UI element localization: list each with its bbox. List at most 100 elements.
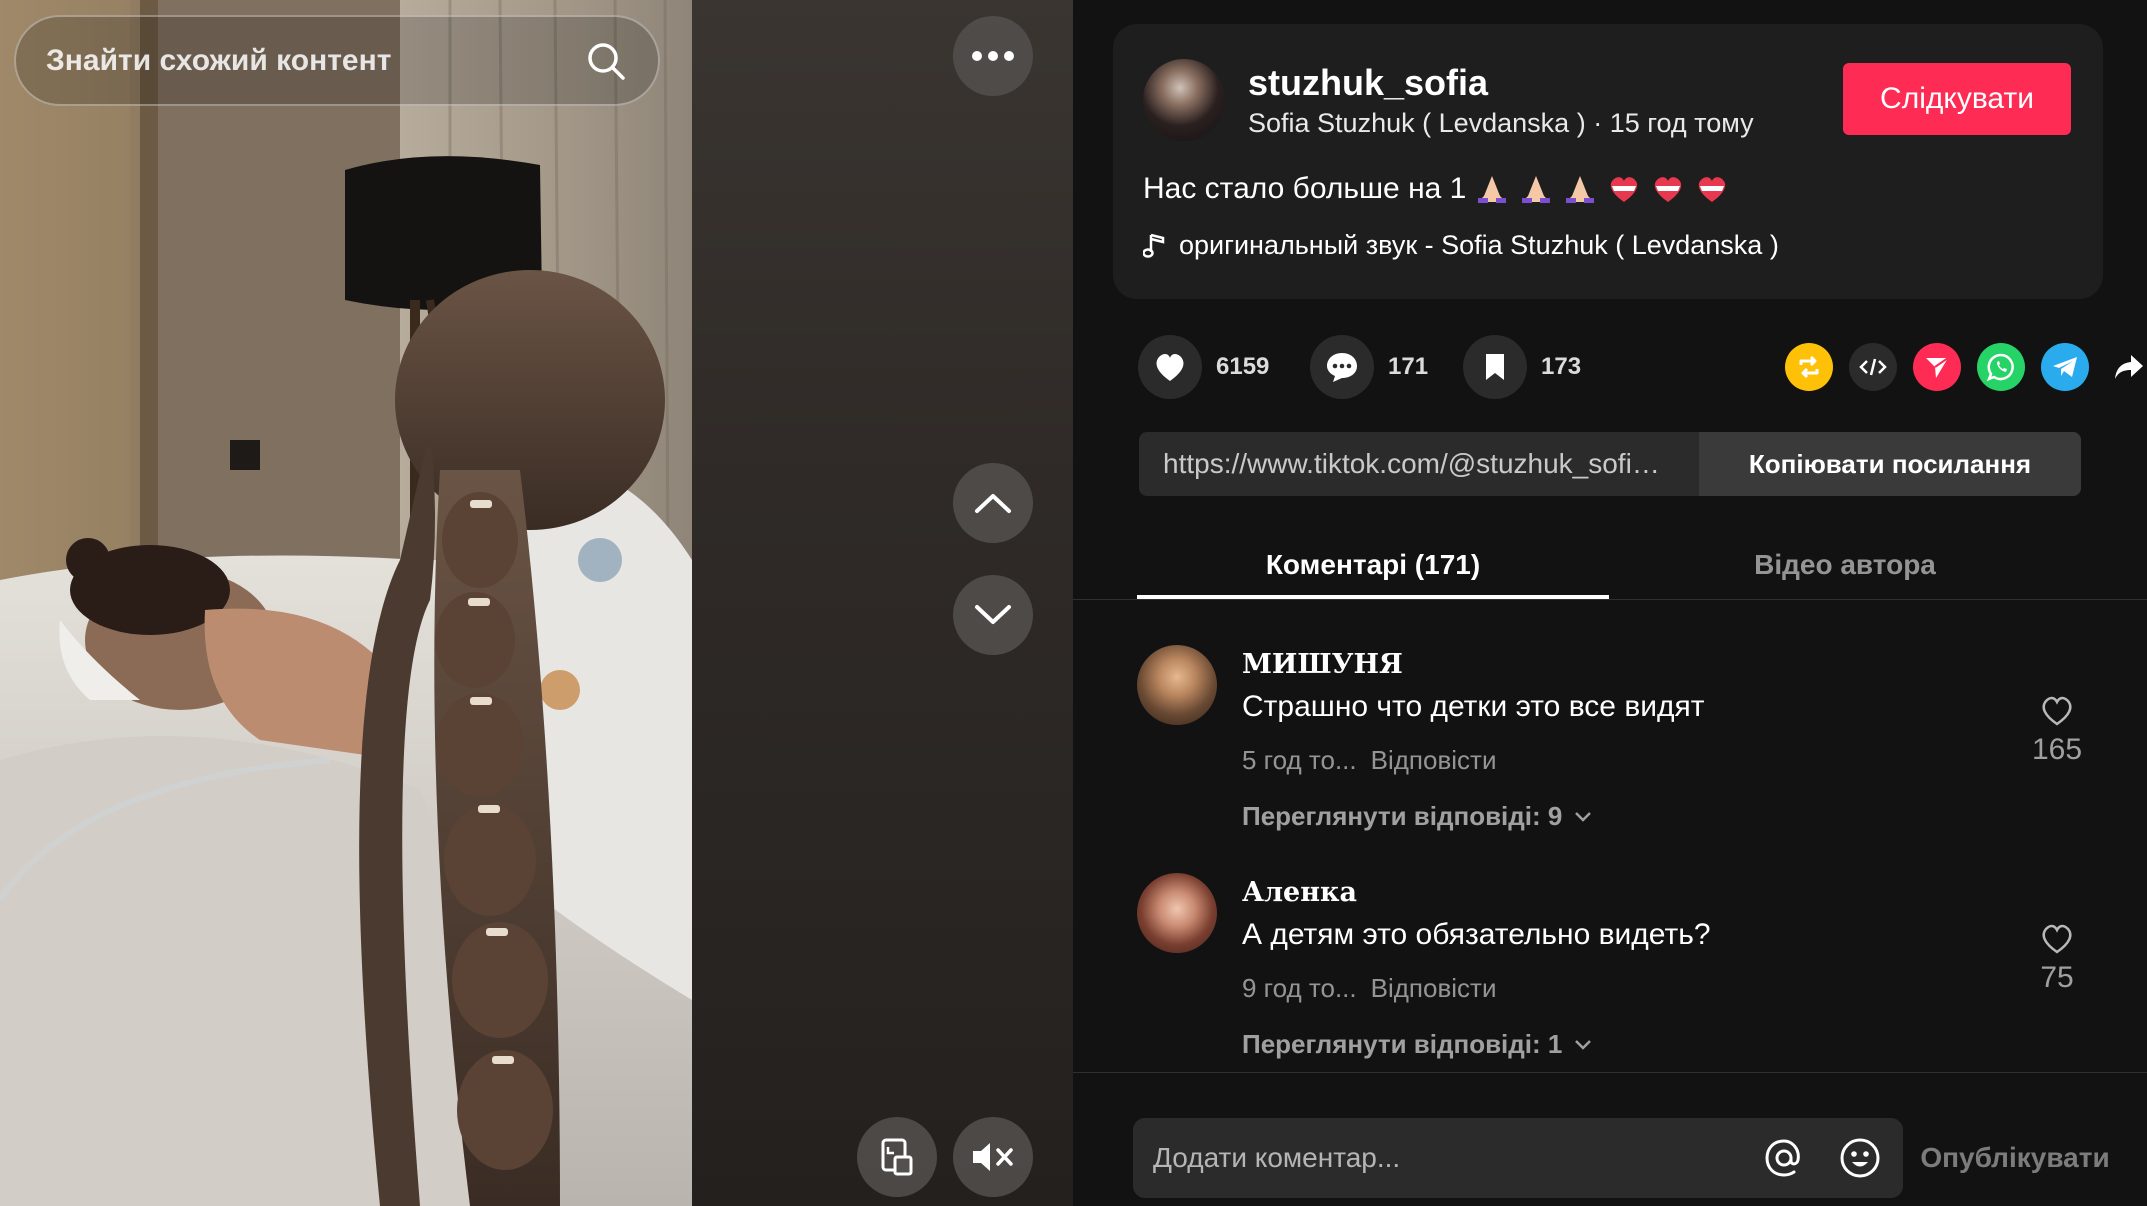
- bookmark-icon: [1486, 354, 1504, 380]
- comment-button[interactable]: [1310, 335, 1374, 399]
- whatsapp-icon: [1986, 353, 2014, 382]
- save-action[interactable]: 173: [1463, 335, 1581, 399]
- heart-icon: [1156, 354, 1184, 381]
- post-caption: Нас стало больше на 1: [1143, 172, 1730, 206]
- comment-input-box[interactable]: [1133, 1118, 1903, 1198]
- comment-icon: [1327, 353, 1357, 382]
- praying-hands-icon: [1522, 176, 1551, 203]
- comment-action[interactable]: 171: [1310, 335, 1428, 399]
- search-icon[interactable]: [584, 39, 628, 83]
- like-count: 6159: [1216, 353, 1270, 380]
- music-title[interactable]: оригинальный звук - Sofia Stuzhuk ( Levd…: [1179, 230, 1779, 261]
- comment-meta: 5 год то... Відповісти: [1242, 745, 1497, 776]
- comment-like-count: 165: [2031, 733, 2083, 766]
- music-note-icon: [1143, 233, 1165, 258]
- music-link[interactable]: оригинальный звук - Sofia Stuzhuk ( Levd…: [1143, 230, 1779, 261]
- whatsapp-share-button[interactable]: [1977, 343, 2025, 391]
- share-url[interactable]: https://www.tiktok.com/@stuzhuk_sofia/..…: [1139, 432, 1699, 496]
- comment-meta: 9 год то... Відповісти: [1242, 973, 1497, 1004]
- comment-like[interactable]: 165: [2027, 695, 2087, 767]
- post-time: 15 год тому: [1609, 108, 1754, 138]
- copy-link-button[interactable]: Копіювати посилання: [1699, 432, 2081, 496]
- comment-time: 9 год то...: [1242, 973, 1357, 1003]
- tab-author-videos[interactable]: Відео автора: [1609, 530, 2081, 600]
- heart-emoji-icon: [1655, 177, 1682, 202]
- author-display-name[interactable]: Sofia Stuzhuk ( Levdanska ): [1248, 108, 1586, 138]
- more-options-button[interactable]: [953, 16, 1033, 96]
- comment-item: Аленка А детям это обязательно видеть? 9…: [1137, 873, 2117, 1073]
- share-arrow-icon: [2115, 355, 2143, 379]
- post-comment-button[interactable]: Опублікувати: [1905, 1118, 2125, 1198]
- mute-icon: [973, 1143, 1013, 1171]
- comment-count: 171: [1388, 353, 1429, 380]
- view-replies-button[interactable]: Переглянути відповіді: 9: [1242, 801, 1592, 832]
- emoji-icon[interactable]: [1837, 1135, 1883, 1181]
- video-frame[interactable]: [0, 0, 692, 1206]
- heart-emoji-icon: [1699, 177, 1726, 202]
- comment-time: 5 год то...: [1242, 745, 1357, 775]
- author-subline: Sofia Stuzhuk ( Levdanska ) · 15 год том…: [1248, 108, 1754, 139]
- subline-separator: ·: [1585, 108, 1610, 138]
- picture-in-picture-button[interactable]: [857, 1117, 937, 1197]
- commenter-name[interactable]: Аленка: [1242, 877, 1357, 908]
- reply-button[interactable]: Відповісти: [1371, 973, 1497, 1003]
- comment-text: А детям это обязательно видеть?: [1242, 918, 1711, 951]
- video-still: [0, 0, 692, 1206]
- action-bar: 6159 171 173: [1138, 335, 2143, 399]
- repost-button[interactable]: [1785, 343, 1833, 391]
- praying-hands-icon: [1478, 176, 1507, 203]
- praying-hands-icon: [1566, 176, 1595, 203]
- view-replies-label: Переглянути відповіді: 1: [1242, 1029, 1563, 1059]
- caption-text: Нас стало больше на 1: [1143, 172, 1467, 205]
- share-link-box: https://www.tiktok.com/@stuzhuk_sofia/..…: [1139, 432, 2081, 496]
- reply-button[interactable]: Відповісти: [1371, 745, 1497, 775]
- next-video-button[interactable]: [953, 575, 1033, 655]
- search-label: Знайти схожий контент: [46, 43, 392, 77]
- embed-button[interactable]: [1849, 343, 1897, 391]
- like-button[interactable]: [1138, 335, 1202, 399]
- more-share-button[interactable]: [2105, 343, 2147, 391]
- chevron-up-icon: [975, 494, 1011, 513]
- comment-like[interactable]: 75: [2027, 923, 2087, 995]
- active-tab-indicator: [1137, 595, 1609, 599]
- telegram-share-button[interactable]: [2041, 343, 2089, 391]
- repost-icon: [1799, 355, 1819, 379]
- commenter-avatar[interactable]: [1137, 873, 1217, 953]
- previous-video-button[interactable]: [953, 463, 1033, 543]
- more-icon: [972, 51, 1014, 61]
- heart-emoji-icon: [1611, 177, 1638, 202]
- embed-icon: [1859, 358, 1887, 376]
- post-info-card: stuzhuk_sofia Sofia Stuzhuk ( Levdanska …: [1113, 24, 2103, 299]
- comment-text: Страшно что детки это все видят: [1242, 690, 1705, 723]
- save-count: 173: [1541, 353, 1582, 380]
- similar-content-search[interactable]: Знайти схожий контент: [14, 15, 660, 106]
- at-icon[interactable]: [1761, 1135, 1807, 1181]
- tab-comments[interactable]: Коментарі (171): [1137, 530, 1609, 600]
- mute-button[interactable]: [953, 1117, 1033, 1197]
- view-replies-label: Переглянути відповіді: 9: [1242, 801, 1563, 831]
- comment-like-count: 75: [2040, 961, 2074, 994]
- commenter-name[interactable]: МИШУНЯ: [1242, 649, 1403, 680]
- comment-item: МИШУНЯ Страшно что детки это все видят 5…: [1137, 645, 2117, 845]
- bookmark-button[interactable]: [1463, 335, 1527, 399]
- chevron-down-icon: [1575, 1039, 1592, 1050]
- telegram-icon: [2053, 357, 2077, 377]
- like-action[interactable]: 6159: [1138, 335, 1269, 399]
- details-panel: stuzhuk_sofia Sofia Stuzhuk ( Levdanska …: [1073, 0, 2147, 1206]
- follow-button[interactable]: Слідкувати: [1843, 63, 2071, 135]
- chevron-down-icon: [975, 605, 1011, 624]
- video-player[interactable]: Знайти схожий контент: [0, 0, 1073, 1206]
- chevron-down-icon: [1575, 811, 1592, 822]
- heart-outline-icon[interactable]: [2039, 695, 2075, 727]
- send-to-friends-button[interactable]: [1913, 343, 1961, 391]
- author-username[interactable]: stuzhuk_sofia: [1248, 62, 1488, 104]
- author-avatar[interactable]: [1143, 59, 1225, 141]
- tab-bar: Коментарі (171) Відео автора: [1073, 530, 2147, 600]
- send-icon: [1926, 357, 1949, 378]
- pip-icon: [881, 1138, 913, 1176]
- view-replies-button[interactable]: Переглянути відповіді: 1: [1242, 1029, 1592, 1060]
- comment-composer: Опублікувати: [1073, 1072, 2147, 1206]
- comment-input[interactable]: [1153, 1142, 1731, 1174]
- heart-outline-icon[interactable]: [2039, 923, 2075, 955]
- commenter-avatar[interactable]: [1137, 645, 1217, 725]
